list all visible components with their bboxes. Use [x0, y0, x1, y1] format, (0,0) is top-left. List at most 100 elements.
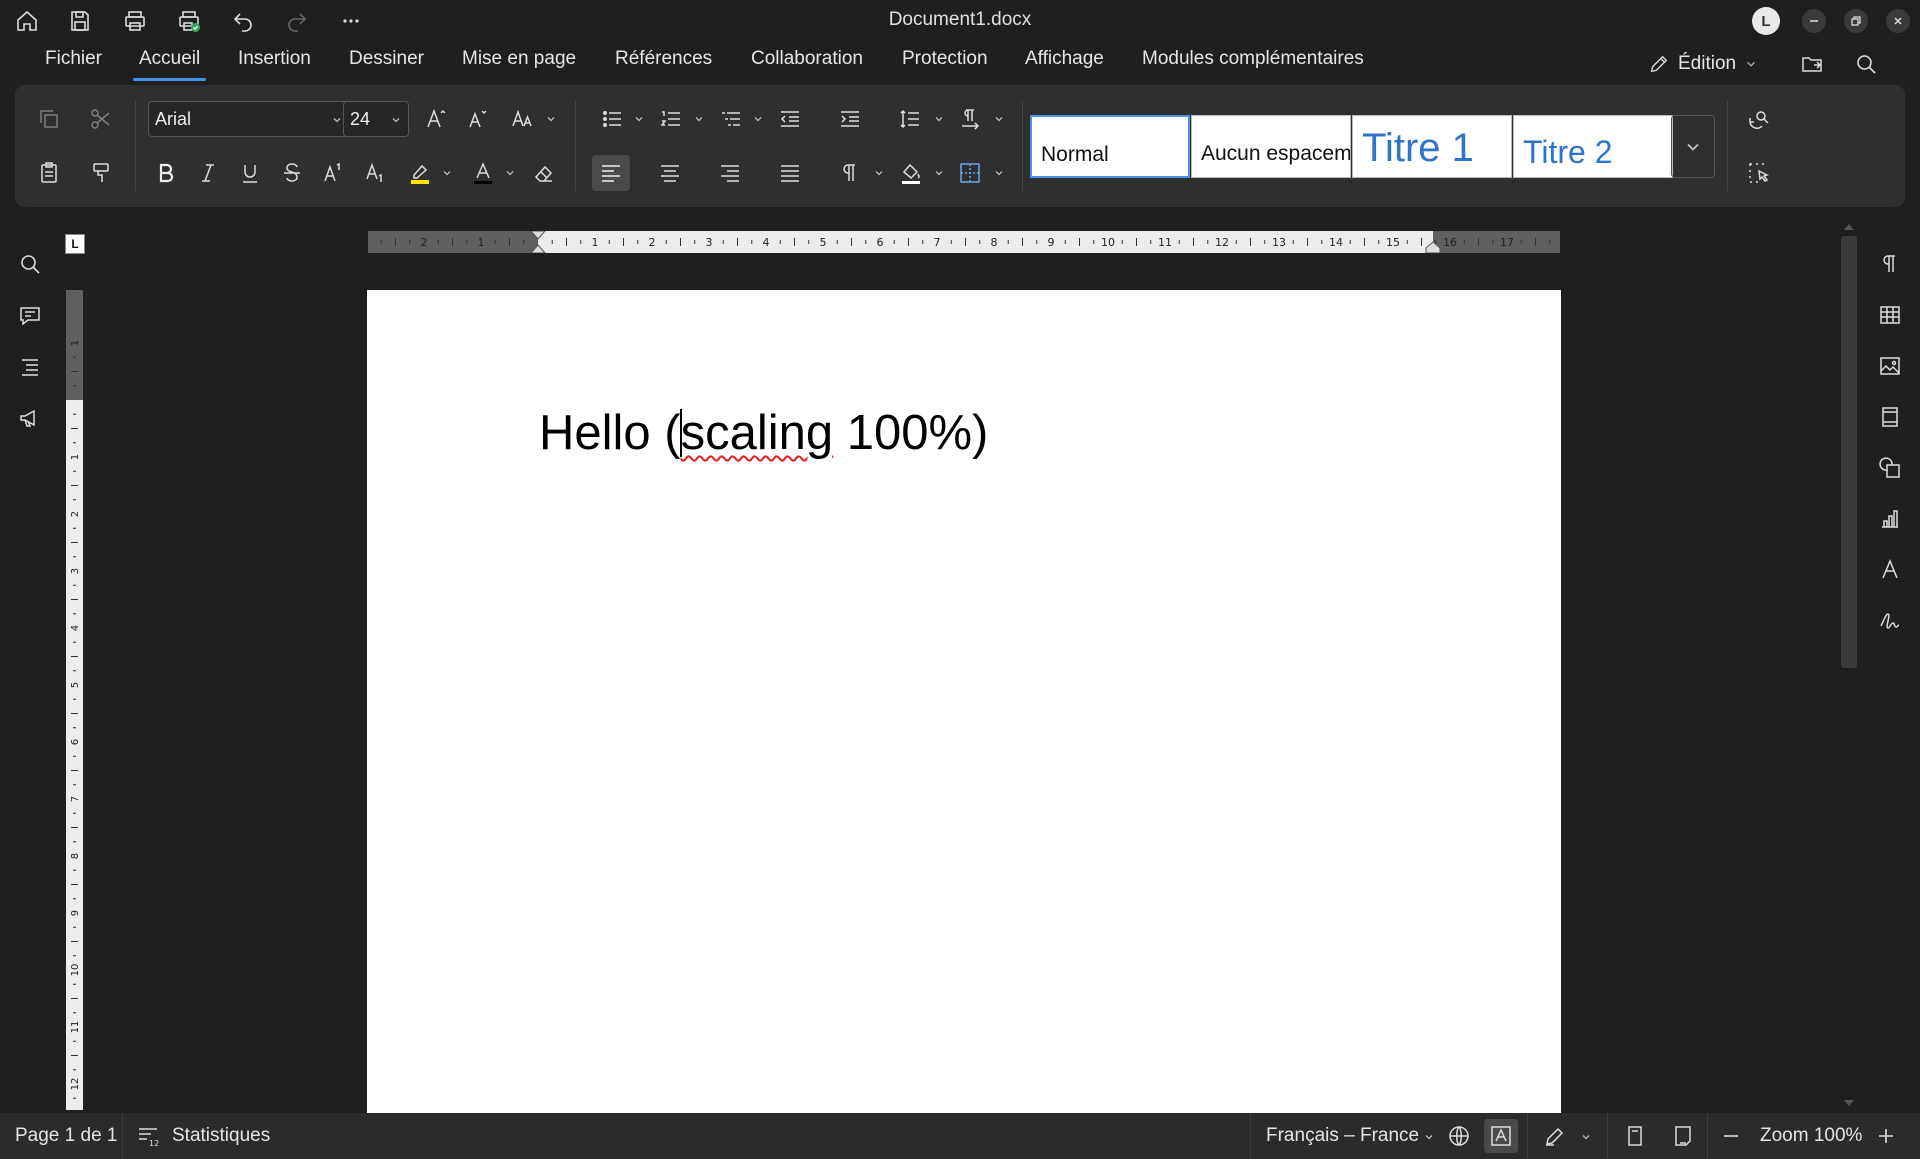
- globe-icon[interactable]: [1444, 1121, 1474, 1151]
- justify-icon[interactable]: [773, 157, 807, 189]
- fit-width-icon[interactable]: [1668, 1121, 1698, 1151]
- align-right-icon[interactable]: [713, 157, 747, 189]
- subscript-icon[interactable]: [359, 157, 393, 189]
- chevron-down-icon[interactable]: [1423, 1131, 1435, 1143]
- language-select[interactable]: Français – France: [1266, 1125, 1419, 1147]
- paragraph-settings-icon[interactable]: [1872, 246, 1908, 282]
- minimize-icon[interactable]: [1802, 9, 1826, 33]
- print-icon[interactable]: [115, 6, 155, 36]
- italic-icon[interactable]: [191, 157, 225, 189]
- track-changes-icon[interactable]: [1540, 1121, 1570, 1151]
- horizontal-ruler[interactable]: 2 1 1 2 3 4 5 6 7 8 9 10 11 12 13 14 15 16 17: [368, 231, 1560, 253]
- chevron-down-icon[interactable]: [504, 167, 516, 179]
- shading-icon[interactable]: [893, 155, 929, 191]
- style-normal[interactable]: Normal: [1030, 115, 1190, 178]
- decrease-font-icon[interactable]: [460, 103, 494, 135]
- text-art-icon[interactable]: [1872, 552, 1908, 588]
- font-color-icon[interactable]: [465, 155, 501, 191]
- save-icon[interactable]: [60, 6, 100, 36]
- style-titre-1[interactable]: Titre 1: [1352, 115, 1512, 178]
- tab-accueil[interactable]: Accueil: [132, 48, 207, 81]
- line-spacing-icon[interactable]: [893, 103, 927, 135]
- chevron-down-icon[interactable]: [933, 167, 945, 179]
- edition-mode-button[interactable]: Édition: [1648, 50, 1758, 78]
- chevron-down-icon[interactable]: [633, 113, 645, 125]
- numbered-list-icon[interactable]: [654, 103, 688, 135]
- avatar[interactable]: L: [1752, 7, 1780, 35]
- tab-modules[interactable]: Modules complémentaires: [1142, 48, 1364, 70]
- feedback-megaphone-icon[interactable]: [12, 400, 48, 436]
- chevron-down-icon[interactable]: [752, 113, 764, 125]
- more-options-icon[interactable]: [331, 6, 371, 36]
- bullet-list-icon[interactable]: [595, 103, 629, 135]
- restore-icon[interactable]: [1844, 9, 1868, 33]
- clear-format-icon[interactable]: [527, 157, 561, 189]
- redo-icon[interactable]: [277, 6, 317, 36]
- scroll-up-arrow-icon[interactable]: [1843, 222, 1855, 232]
- increase-indent-icon[interactable]: [833, 103, 867, 135]
- cut-icon[interactable]: [83, 103, 119, 135]
- quick-print-icon[interactable]: [169, 6, 209, 36]
- chevron-down-icon[interactable]: [993, 167, 1005, 179]
- signature-icon[interactable]: [1872, 603, 1908, 639]
- superscript-icon[interactable]: [317, 157, 351, 189]
- chevron-down-icon[interactable]: [545, 113, 557, 125]
- format-painter-icon[interactable]: [83, 157, 119, 189]
- page-count[interactable]: Page 1 de 1: [15, 1125, 117, 1147]
- chevron-down-icon[interactable]: [933, 113, 945, 125]
- vertical-ruler[interactable]: 1 1 2 3 4 5 6 7 8 9 10 11 12: [66, 290, 83, 1110]
- tab-dessiner[interactable]: Dessiner: [349, 48, 424, 70]
- bold-icon[interactable]: [149, 157, 183, 189]
- font-size-select[interactable]: 24: [343, 101, 409, 137]
- open-location-icon[interactable]: [1796, 48, 1828, 80]
- header-footer-icon[interactable]: [1872, 399, 1908, 435]
- home-icon[interactable]: [7, 6, 47, 36]
- close-icon[interactable]: [1886, 9, 1910, 33]
- spellcheck-icon[interactable]: [1484, 1119, 1518, 1153]
- scrollbar-thumb[interactable]: [1841, 236, 1857, 668]
- paste-icon[interactable]: [31, 157, 67, 189]
- zoom-level[interactable]: Zoom 100%: [1760, 1125, 1862, 1147]
- zoom-in-icon[interactable]: [1871, 1121, 1901, 1151]
- strikethrough-icon[interactable]: [275, 157, 309, 189]
- chevron-down-icon[interactable]: [1580, 1131, 1592, 1143]
- shape-settings-icon[interactable]: [1872, 450, 1908, 486]
- chevron-down-icon[interactable]: [693, 113, 705, 125]
- tab-collaboration[interactable]: Collaboration: [751, 48, 863, 70]
- image-settings-icon[interactable]: [1872, 348, 1908, 384]
- font-name-select[interactable]: Arial: [148, 101, 350, 137]
- paragraph-mark-icon[interactable]: [833, 157, 867, 189]
- chevron-down-icon[interactable]: [441, 167, 453, 179]
- navigation-icon[interactable]: [12, 349, 48, 385]
- align-left-button[interactable]: [592, 155, 630, 191]
- search-icon[interactable]: [1850, 48, 1882, 80]
- misspelled-word[interactable]: scaling: [681, 406, 834, 460]
- decrease-indent-icon[interactable]: [773, 103, 807, 135]
- replace-icon[interactable]: [1741, 103, 1777, 135]
- increase-font-icon[interactable]: [419, 103, 453, 135]
- scroll-down-arrow-icon[interactable]: [1843, 1098, 1855, 1108]
- vertical-scrollbar[interactable]: [1838, 222, 1860, 1112]
- table-settings-icon[interactable]: [1872, 297, 1908, 333]
- underline-icon[interactable]: [233, 157, 267, 189]
- copy-icon[interactable]: [31, 103, 67, 135]
- style-aucun-espacement[interactable]: Aucun espacement: [1191, 115, 1351, 178]
- undo-icon[interactable]: [223, 6, 263, 36]
- highlight-color-icon[interactable]: [402, 155, 438, 191]
- multilevel-list-icon[interactable]: [714, 103, 748, 135]
- styles-expand-button[interactable]: [1671, 115, 1715, 178]
- chart-settings-icon[interactable]: [1872, 501, 1908, 537]
- change-case-icon[interactable]: [503, 103, 543, 135]
- select-icon[interactable]: [1741, 157, 1777, 189]
- fit-page-icon[interactable]: [1620, 1121, 1650, 1151]
- borders-icon[interactable]: [953, 157, 987, 189]
- find-icon[interactable]: [12, 246, 48, 282]
- style-titre-2[interactable]: Titre 2: [1513, 115, 1673, 178]
- tab-stop-selector[interactable]: L: [65, 234, 85, 254]
- zoom-out-icon[interactable]: [1716, 1121, 1746, 1151]
- tab-affichage[interactable]: Affichage: [1025, 48, 1104, 70]
- tab-references[interactable]: Références: [615, 48, 712, 70]
- tab-insertion[interactable]: Insertion: [238, 48, 311, 70]
- chevron-down-icon[interactable]: [873, 167, 885, 179]
- statistics-icon[interactable]: 12: [133, 1121, 163, 1151]
